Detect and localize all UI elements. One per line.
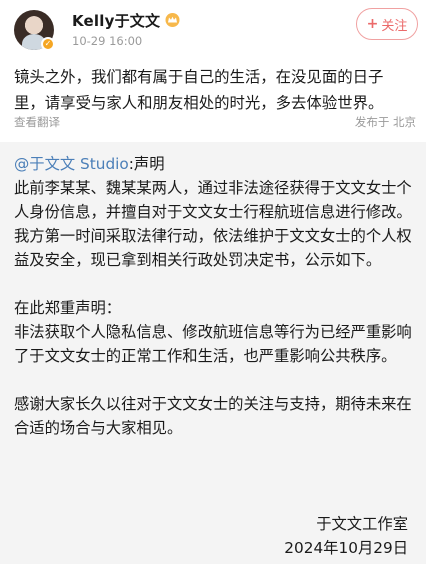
statement-paragraph: 在此郑重声明： [14, 299, 122, 317]
username[interactable]: Kelly于文文 [72, 10, 160, 31]
quoted-post-header: @于文文 Studio:声明 [14, 152, 414, 176]
plus-icon: + [366, 16, 379, 32]
username-row: Kelly于文文 [72, 10, 180, 30]
signature-date: 2024年10月29日 [284, 539, 408, 557]
post-text: 镜头之外，我们都有属于自己的生活，在没见面的日子 里，请享受与家人和朋友相处的时… [14, 64, 416, 116]
signature-name: 于文文工作室 [316, 515, 408, 533]
post-location: 发布于 北京 [354, 115, 416, 129]
statement-paragraph: 感谢大家长久以往对于文文女士的关注与支持，期待未来在合适的场合与大家相见。 [14, 395, 412, 437]
statement-paragraph: 此前李某某、魏某某两人，通过非法途径获得于文文女士个人身份信息，并擅自对于文文女… [14, 179, 412, 269]
statement-signature: 于文文工作室 2024年10月29日 [272, 512, 408, 560]
verified-badge-icon: ✓ [41, 37, 55, 51]
follow-label: 关注 [381, 18, 408, 34]
post-timestamp: 10-29 16:00 [72, 34, 143, 48]
translate-link[interactable]: 查看翻译 [14, 114, 60, 130]
post-text-line: 里，请享受与家人和朋友相处的时光，多去体验世界。 [14, 94, 384, 112]
post-text-line: 镜头之外，我们都有属于自己的生活，在没见面的日子 [14, 68, 384, 86]
quoted-post-body: @于文文 Studio:声明 此前李某某、魏某某两人，通过非法途径获得于文文女士… [14, 152, 414, 440]
mention-link[interactable]: @于文文 Studio [14, 155, 129, 173]
mention-suffix: :声明 [128, 155, 165, 173]
statement-paragraph: 非法获取个人隐私信息、修改航班信息等行为已经严重影响了于文文女士的正常工作和生活… [14, 323, 412, 365]
crown-icon [165, 13, 180, 27]
post-header: ✓ Kelly于文文 10-29 16:00 + 关注 [0, 0, 426, 60]
quoted-post[interactable]: @于文文 Studio:声明 此前李某某、魏某某两人，通过非法途径获得于文文女士… [0, 142, 426, 564]
follow-button[interactable]: + 关注 [356, 8, 418, 40]
